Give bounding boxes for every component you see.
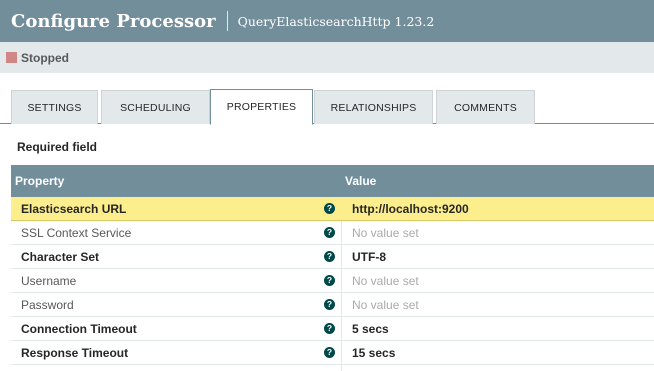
column-divider xyxy=(341,245,342,268)
property-value[interactable]: No value set xyxy=(352,274,419,288)
property-name: Character Set xyxy=(21,250,100,264)
property-value[interactable]: http://localhost:9200 xyxy=(352,202,469,216)
property-value[interactable]: No value set xyxy=(352,298,419,312)
column-header-value[interactable]: Value xyxy=(345,174,376,188)
dialog-title: Configure Processor xyxy=(11,10,216,32)
table-row[interactable]: Password ? No value set xyxy=(11,293,654,317)
question-circle-icon[interactable]: ? xyxy=(324,203,335,214)
question-circle-icon[interactable]: ? xyxy=(324,251,335,262)
stopped-icon xyxy=(6,52,17,63)
question-circle-icon[interactable]: ? xyxy=(324,299,335,310)
column-divider xyxy=(341,269,342,292)
question-circle-icon[interactable]: ? xyxy=(324,323,335,334)
question-circle-icon[interactable]: ? xyxy=(324,347,335,358)
tab-properties[interactable]: PROPERTIES xyxy=(210,89,313,125)
dialog-header: Configure Processor QueryElasticsearchHt… xyxy=(0,0,654,42)
property-value[interactable]: UTF-8 xyxy=(352,250,386,264)
column-divider xyxy=(341,365,342,371)
question-circle-icon[interactable]: ? xyxy=(324,275,335,286)
column-divider xyxy=(341,197,342,220)
tab-relationships[interactable]: RELATIONSHIPS xyxy=(314,90,433,124)
question-circle-icon[interactable]: ? xyxy=(324,227,335,238)
property-name: Response Timeout xyxy=(21,346,129,360)
column-divider xyxy=(341,221,342,244)
tab-settings[interactable]: SETTINGS xyxy=(11,90,98,124)
column-divider xyxy=(341,293,342,316)
table-row[interactable]: Connection Timeout ? 5 secs xyxy=(11,317,654,341)
status-label: Stopped xyxy=(21,50,69,65)
table-row[interactable]: Elasticsearch URL ? http://localhost:920… xyxy=(11,197,654,221)
header-divider xyxy=(226,11,228,31)
tab-scheduling[interactable]: SCHEDULING xyxy=(101,90,210,124)
property-name: Connection Timeout xyxy=(21,322,137,336)
tab-comments[interactable]: COMMENTS xyxy=(436,90,535,124)
table-row[interactable]: Response Timeout ? 15 secs xyxy=(11,341,654,365)
required-field-legend: Required field xyxy=(17,140,98,154)
column-divider xyxy=(341,341,342,364)
property-value[interactable]: 15 secs xyxy=(352,346,395,360)
property-value[interactable]: 5 secs xyxy=(352,322,389,336)
table-header: Property Value xyxy=(11,165,654,197)
property-name: Elasticsearch URL xyxy=(21,202,127,216)
property-name: Password xyxy=(21,298,74,312)
table-row-partial xyxy=(11,365,654,371)
table-row[interactable]: Character Set ? UTF-8 xyxy=(11,245,654,269)
tab-bar: SETTINGS SCHEDULING PROPERTIES RELATIONS… xyxy=(0,73,654,125)
column-divider xyxy=(341,317,342,340)
property-name: SSL Context Service xyxy=(21,226,132,240)
property-name: Username xyxy=(21,274,77,288)
table-row[interactable]: Username ? No value set xyxy=(11,269,654,293)
processor-type-version: QueryElasticsearchHttp 1.23.2 xyxy=(237,13,435,29)
properties-table: Property Value Elasticsearch URL ? http:… xyxy=(11,165,654,371)
status-bar: Stopped xyxy=(0,42,654,73)
column-header-property[interactable]: Property xyxy=(15,174,64,188)
table-row[interactable]: SSL Context Service ? No value set xyxy=(11,221,654,245)
property-value[interactable]: No value set xyxy=(352,226,419,240)
